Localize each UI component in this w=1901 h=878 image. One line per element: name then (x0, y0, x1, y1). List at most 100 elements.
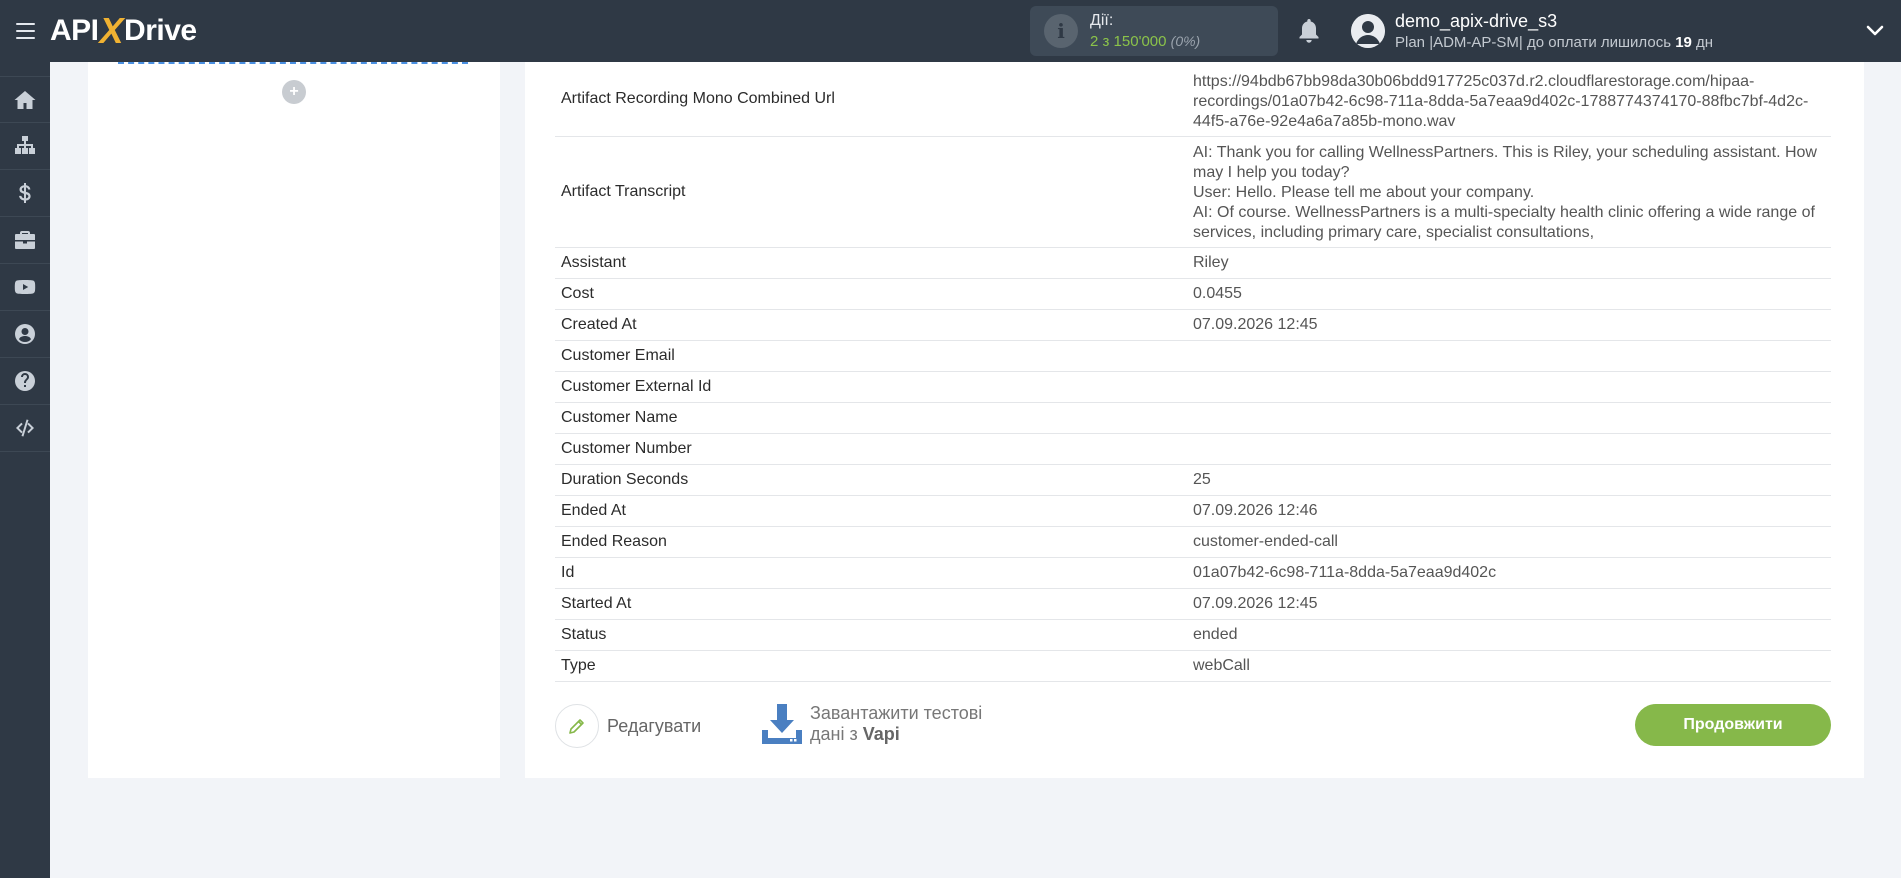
sitemap-icon (15, 136, 35, 154)
field-key: Type (561, 657, 596, 674)
actions-counter[interactable]: i Дії: 2 з 150'000 (0%) (1030, 6, 1278, 56)
sidebar-item-api[interactable] (0, 405, 50, 452)
field-key: Customer Name (561, 409, 678, 426)
download-source: Vapi (862, 724, 900, 744)
field-key: Artifact Transcript (561, 183, 686, 200)
youtube-icon (14, 280, 36, 294)
continue-button[interactable]: Продовжити (1635, 704, 1831, 746)
field-value: 07.09.2026 12:46 (1193, 502, 1318, 519)
left-panel: + (88, 62, 500, 778)
field-key: Started At (561, 595, 632, 612)
fields-table: Artifact Recording Mono Combined Url htt… (555, 62, 1831, 682)
actions-label: Дії: (1090, 11, 1114, 29)
table-row: Ended Reason customer-ended-call (555, 527, 1831, 558)
sidebar-item-services[interactable] (0, 217, 50, 264)
logo-text-api: API (50, 14, 99, 47)
actions-count-value: 2 з 150'000 (1090, 32, 1167, 50)
days-left-value: 19 (1675, 34, 1692, 51)
plan-text: Plan |ADM-AP-SM| до оплати лишилось (1395, 34, 1672, 51)
download-icon (762, 704, 802, 744)
field-key: Customer External Id (561, 378, 712, 395)
chevron-down-icon[interactable] (1866, 22, 1884, 40)
table-row: Status ended (555, 620, 1831, 651)
menu-burger-icon[interactable] (0, 0, 50, 62)
field-value: ended (1193, 626, 1238, 643)
dashed-connector (118, 62, 468, 64)
field-value: Riley (1193, 254, 1229, 271)
apixdrive-logo[interactable]: API X Drive (50, 10, 197, 52)
field-key: Customer Email (561, 347, 675, 364)
transcript-line: AI: Of course. WellnessPartners is a mul… (1193, 204, 1815, 241)
field-value: 07.09.2026 12:45 (1193, 316, 1318, 333)
field-key: Created At (561, 316, 637, 333)
table-row: Assistant Riley (555, 248, 1831, 279)
field-key: Customer Number (561, 440, 692, 457)
download-test-data-button[interactable]: Завантажити тестові дані з Vapi (760, 702, 982, 746)
logo-text-x: X (99, 10, 124, 51)
table-row: Customer Number (555, 434, 1831, 465)
sidebar-item-billing[interactable] (0, 170, 50, 217)
transcript-line: AI: Thank you for calling WellnessPartne… (1193, 144, 1817, 181)
table-row: Cost 0.0455 (555, 279, 1831, 310)
user-plan-info: Plan |ADM-AP-SM| до оплати лишилось 19 д… (1395, 34, 1713, 51)
sidebar-item-connections[interactable] (0, 123, 50, 170)
edit-circle[interactable] (555, 704, 599, 748)
field-value: 01a07b42-6c98-711a-8dda-5a7eaa9d402c (1193, 564, 1497, 581)
table-row: Type webCall (555, 651, 1831, 682)
dollar-icon (19, 183, 31, 203)
field-key: Artifact Recording Mono Combined Url (561, 90, 835, 107)
download-label[interactable]: Завантажити тестові дані з Vapi (810, 703, 982, 745)
help-icon (15, 371, 35, 391)
sidebar-item-home[interactable] (0, 76, 50, 123)
sidebar-item-account[interactable] (0, 311, 50, 358)
download-label-line1: Завантажити тестові (810, 703, 983, 723)
download-label-line2: дані з Vapi (810, 724, 982, 745)
pencil-icon (569, 719, 584, 734)
logo-text-drive: Drive (124, 14, 197, 47)
field-value: customer-ended-call (1193, 533, 1338, 550)
field-value: webCall (1193, 657, 1250, 674)
edit-button[interactable]: Редагувати (555, 704, 701, 748)
field-key: Duration Seconds (561, 471, 689, 488)
sidebar-item-help[interactable] (0, 358, 50, 405)
sidebar-item-video[interactable] (0, 264, 50, 311)
table-row: Customer External Id (555, 372, 1831, 403)
edit-label[interactable]: Редагувати (607, 716, 701, 737)
actions-percent: (0%) (1170, 32, 1201, 49)
table-row: Duration Seconds 25 (555, 465, 1831, 496)
user-name[interactable]: demo_apix-drive_s3 (1395, 11, 1557, 32)
home-icon (14, 90, 36, 109)
field-key: Assistant (561, 254, 626, 271)
table-row: Customer Name (555, 403, 1831, 434)
code-icon (16, 419, 34, 437)
field-value: 25 (1193, 471, 1211, 488)
field-value: 07.09.2026 12:45 (1193, 595, 1318, 612)
user-icon (15, 324, 35, 344)
table-row: Artifact Transcript AI: Thank you for ca… (555, 137, 1831, 248)
table-row: Ended At 07.09.2026 12:46 (555, 496, 1831, 527)
field-key: Status (561, 626, 607, 643)
field-key: Cost (561, 285, 594, 302)
table-row: Created At 07.09.2026 12:45 (555, 310, 1831, 341)
bell-icon[interactable] (1297, 17, 1321, 45)
field-key: Id (561, 564, 575, 581)
info-icon: i (1044, 14, 1078, 48)
table-row: Artifact Recording Mono Combined Url htt… (555, 62, 1831, 137)
sidebar (0, 62, 50, 878)
field-value: https://94bdb67bb98da30b06bdd917725c037d… (1193, 73, 1809, 130)
top-bar: API X Drive i Дії: 2 з 150'000 (0%) demo_a… (0, 0, 1901, 62)
table-row: Started At 07.09.2026 12:45 (555, 589, 1831, 620)
field-value: 0.0455 (1193, 285, 1242, 302)
test-data-panel: Artifact Recording Mono Combined Url htt… (525, 62, 1864, 778)
table-row: Id 01a07b42-6c98-711a-8dda-5a7eaa9d402c (555, 558, 1831, 589)
user-avatar[interactable] (1351, 14, 1385, 48)
actions-count: 2 з 150'000 (0%) (1090, 31, 1200, 52)
transcript-line: User: Hello. Please tell me about your c… (1193, 184, 1535, 201)
add-step-button[interactable]: + (282, 80, 306, 104)
field-key: Ended At (561, 502, 626, 519)
briefcase-icon (15, 231, 35, 249)
field-value: AI: Thank you for calling WellnessPartne… (1193, 141, 1831, 243)
days-unit: дн (1696, 34, 1714, 51)
download-label-prefix: дані з (810, 724, 858, 744)
field-key: Ended Reason (561, 533, 667, 550)
